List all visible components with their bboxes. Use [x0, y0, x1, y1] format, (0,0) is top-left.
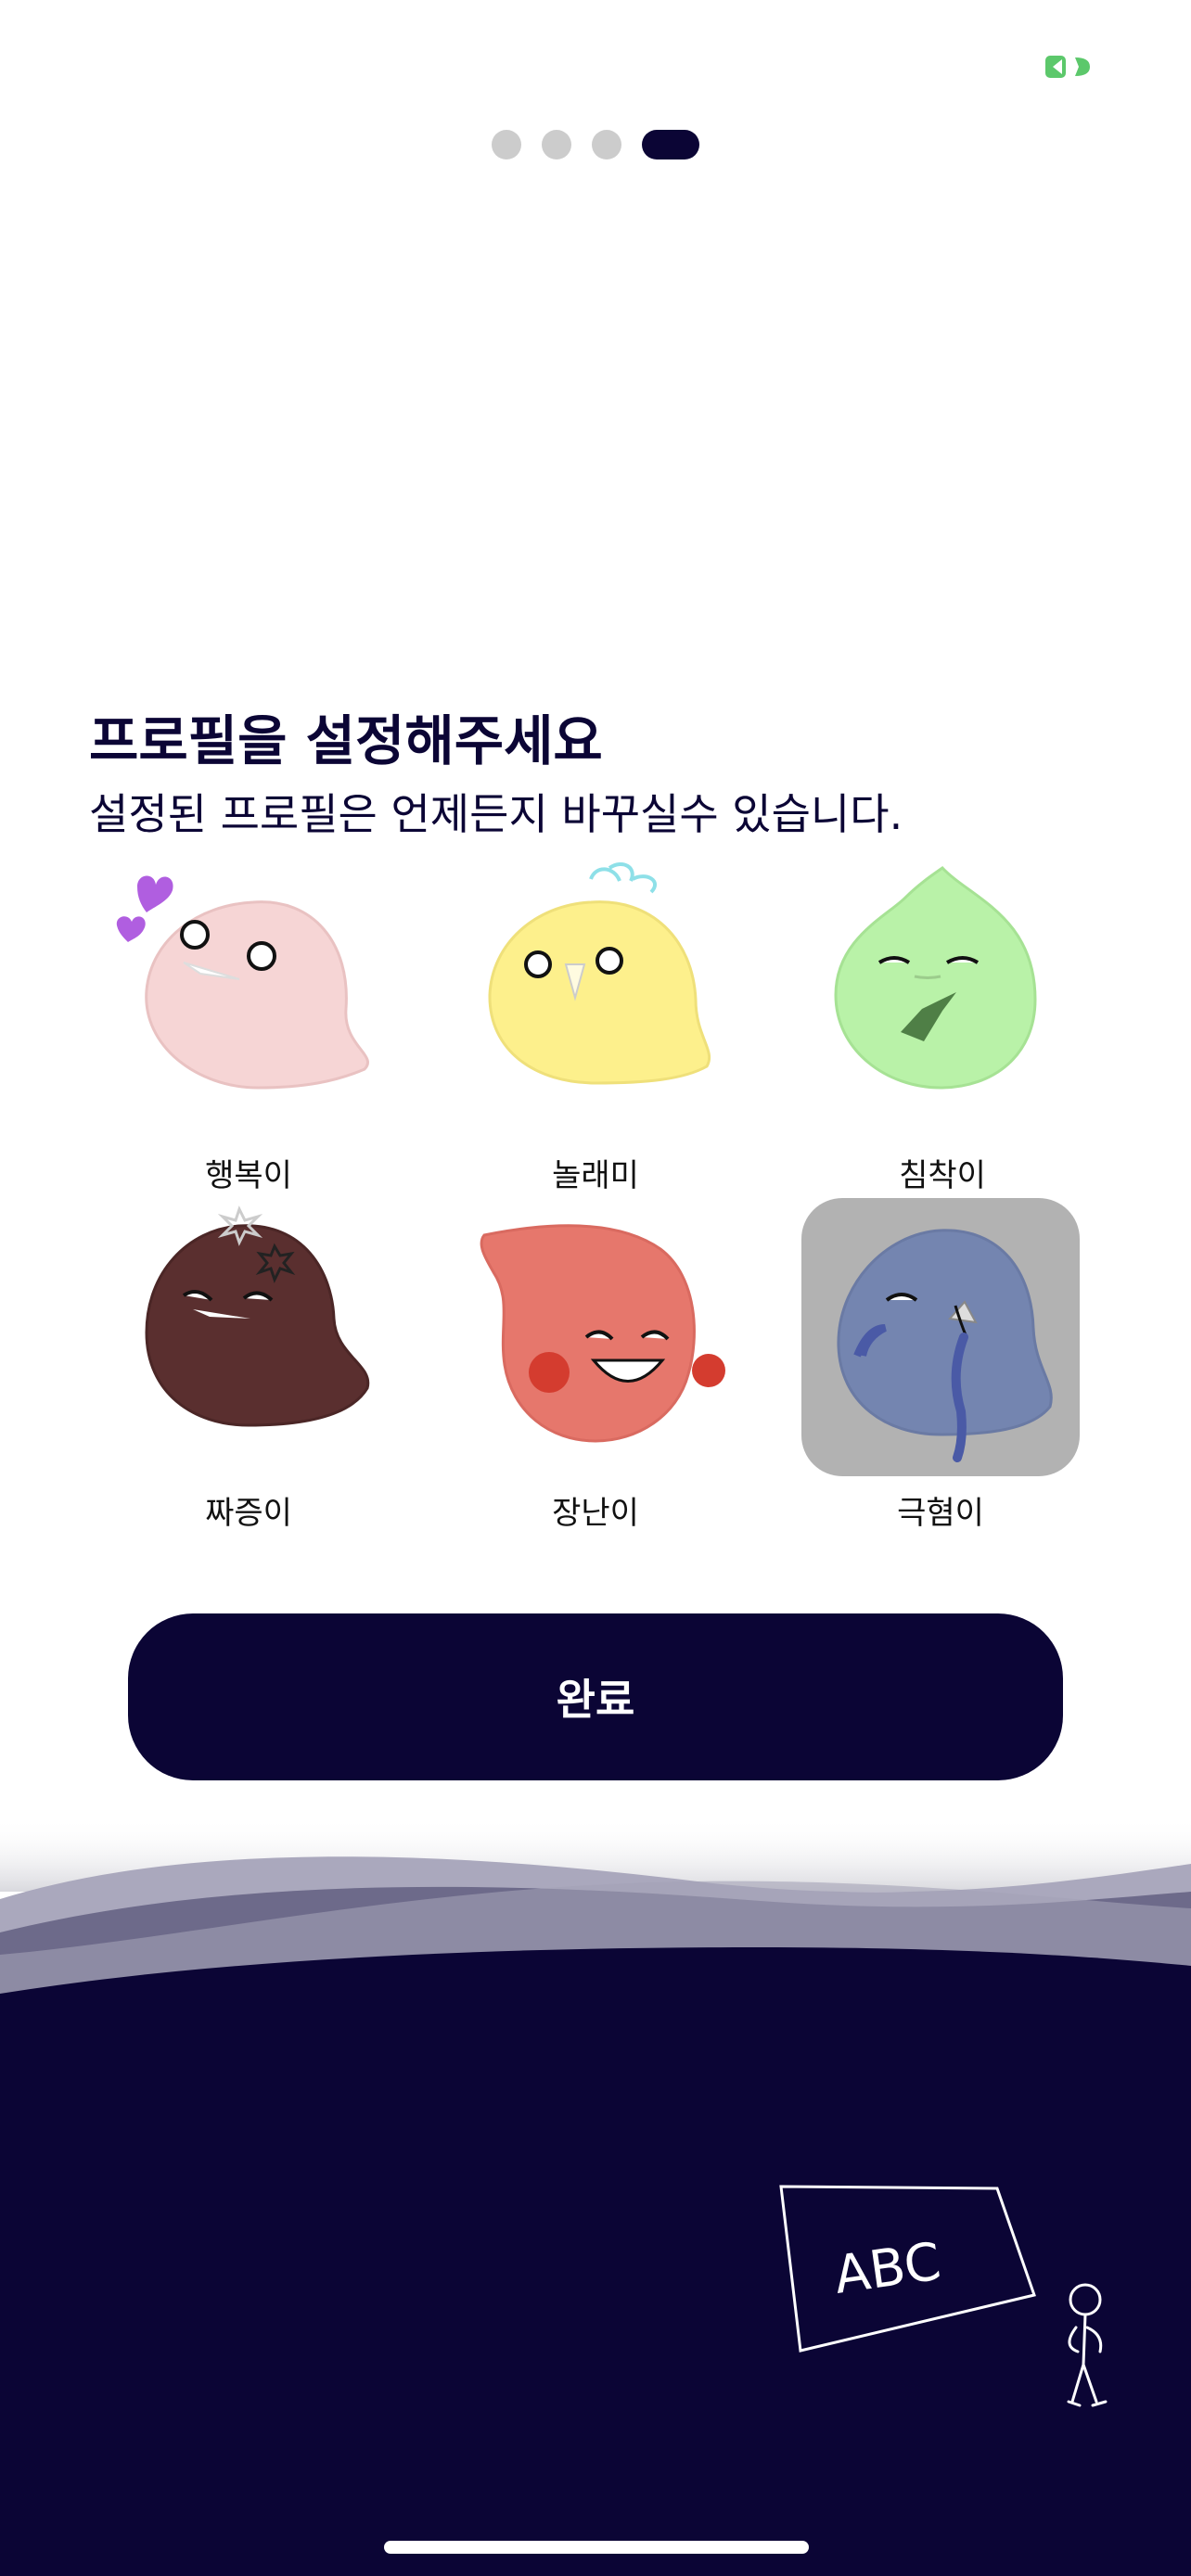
chalkboard-doodle: ABC — [779, 2185, 1108, 2407]
profile-name: 행복이 — [205, 1157, 292, 1194]
complete-button[interactable]: 완료 — [128, 1613, 1063, 1780]
profile-name: 놀래미 — [552, 1157, 639, 1194]
page-subtitle: 설정된 프로필은 언제든지 바꾸실수 있습니다. — [89, 789, 903, 839]
profile-option-calm[interactable]: 침착이 — [803, 861, 1082, 1250]
page-dot-4-active — [642, 130, 699, 159]
page-dot-2 — [542, 130, 571, 159]
chalkboard-text: ABC — [830, 2232, 944, 2306]
calm-character-icon — [834, 866, 1037, 1090]
annoyed-character-icon — [145, 1205, 370, 1427]
page-dot-3 — [592, 130, 621, 159]
profile-name: 침착이 — [899, 1157, 986, 1194]
profile-option-surprised[interactable]: 놀래미 — [456, 861, 735, 1250]
profile-name: 극혐이 — [897, 1495, 984, 1532]
battery-icon — [1045, 56, 1090, 78]
playful-character-icon — [480, 1224, 725, 1443]
profile-name: 장난이 — [552, 1495, 639, 1532]
profile-option-happy[interactable]: 행복이 — [109, 861, 388, 1250]
profile-option-disgusted[interactable]: 극혐이 — [801, 1198, 1080, 1588]
page-indicator — [0, 130, 1191, 159]
surprised-character-icon — [488, 862, 711, 1085]
disgusted-character-icon — [837, 1229, 1053, 1462]
page-title: 프로필을 설정해주세요 — [89, 709, 603, 772]
profile-option-playful[interactable]: 장난이 — [456, 1198, 735, 1588]
page-dot-1 — [492, 130, 521, 159]
happy-character-icon — [116, 875, 369, 1090]
profile-option-annoyed[interactable]: 짜증이 — [109, 1198, 388, 1588]
home-indicator — [384, 2541, 809, 2554]
profile-name: 짜증이 — [205, 1495, 292, 1532]
